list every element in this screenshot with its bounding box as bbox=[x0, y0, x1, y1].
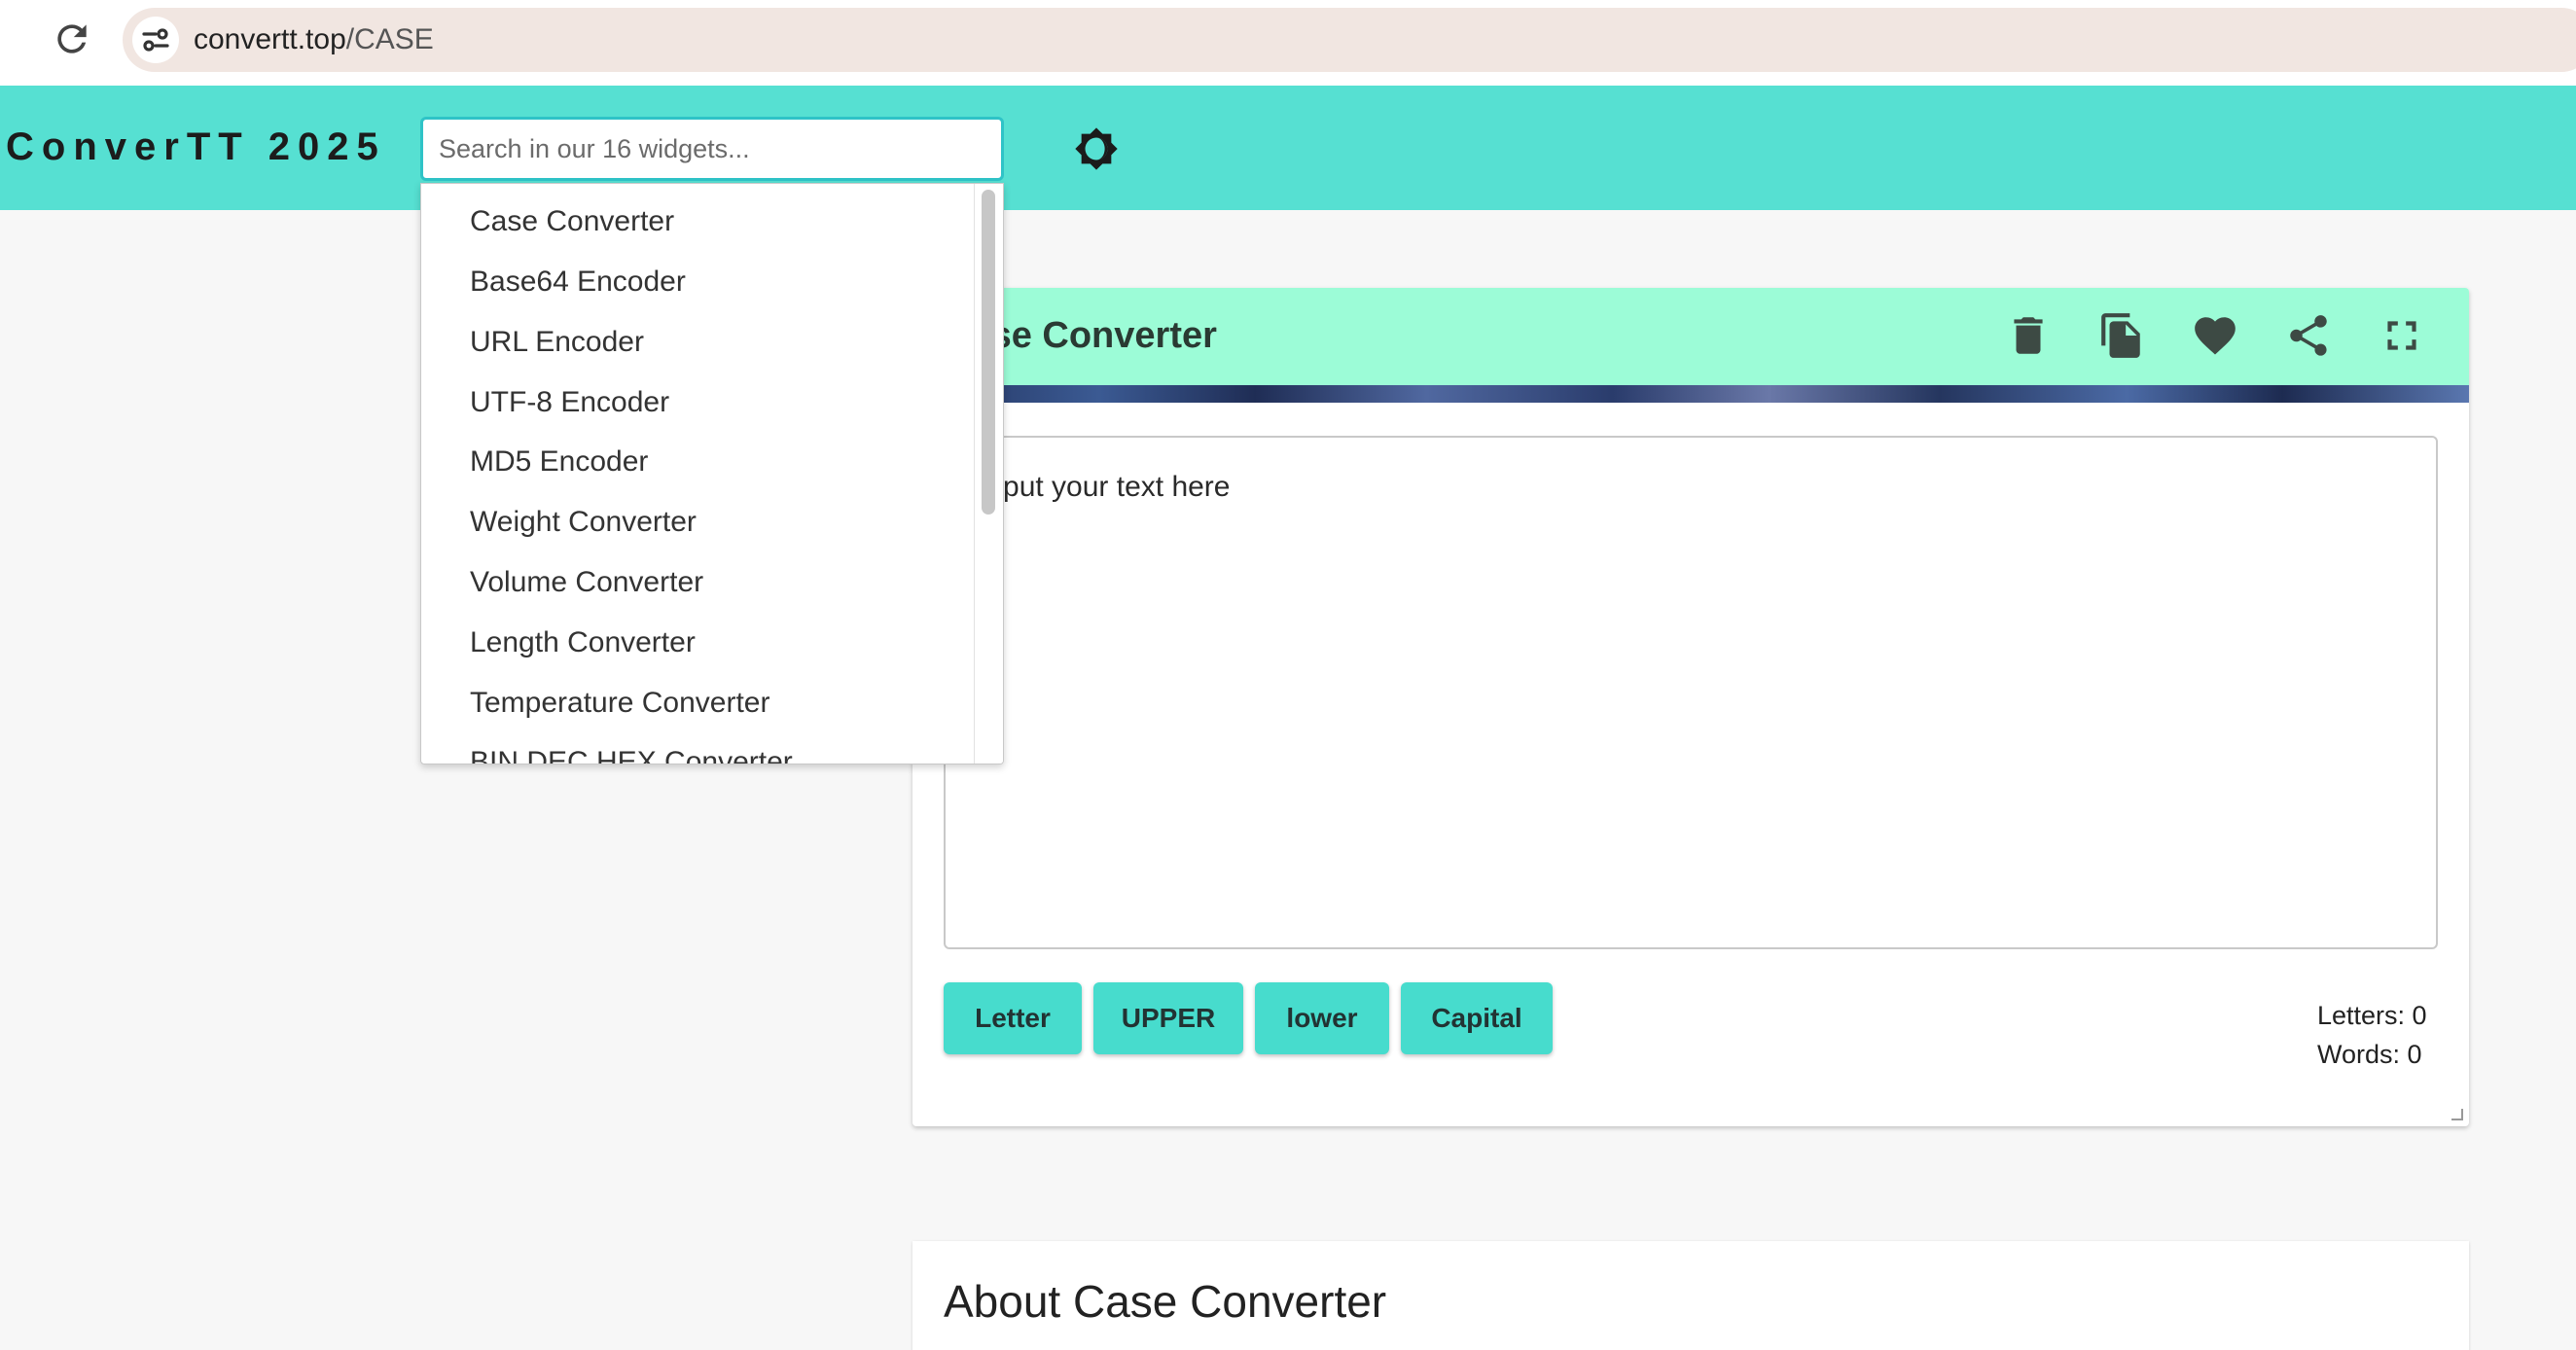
scrollbar-thumb[interactable] bbox=[982, 190, 995, 515]
about-title: About Case Converter bbox=[944, 1276, 1387, 1327]
suggestion-item[interactable]: BIN DEC HEX Converter bbox=[421, 719, 976, 764]
capital-case-button[interactable]: Capital bbox=[1401, 982, 1553, 1054]
share-icon[interactable] bbox=[2284, 311, 2333, 360]
letters-count: Letters: 0 bbox=[2317, 1001, 2427, 1030]
letter-case-button[interactable]: Letter bbox=[944, 982, 1082, 1054]
theme-toggle-icon[interactable] bbox=[1074, 126, 1119, 171]
url-text: convertt.top/CASE bbox=[194, 22, 434, 57]
forward-arrow-icon[interactable]: › bbox=[0, 19, 19, 58]
search-suggestions-dropdown[interactable]: Case Converter Base64 Encoder URL Encode… bbox=[420, 183, 1004, 764]
browser-toolbar: › convertt.top/CASE bbox=[0, 0, 2576, 86]
lower-case-button[interactable]: lower bbox=[1255, 982, 1389, 1054]
url-path: /CASE bbox=[345, 23, 434, 55]
suggestion-list: Case Converter Base64 Encoder URL Encode… bbox=[421, 184, 976, 764]
address-bar[interactable]: convertt.top/CASE bbox=[123, 8, 2576, 72]
site-info-icon[interactable] bbox=[132, 17, 179, 63]
heart-icon[interactable] bbox=[2191, 311, 2239, 360]
resize-handle-icon[interactable] bbox=[2451, 1109, 2463, 1120]
suggestion-item[interactable]: Weight Converter bbox=[421, 479, 976, 539]
card-header: Case Converter bbox=[912, 288, 2469, 385]
decorative-art-banner bbox=[912, 385, 2469, 403]
app-header: ConverTT 2025 bbox=[0, 86, 2576, 210]
site-logo[interactable]: ConverTT 2025 bbox=[6, 123, 386, 171]
text-input-area[interactable] bbox=[944, 436, 2438, 949]
suggestion-item[interactable]: UTF-8 Encoder bbox=[421, 359, 976, 419]
trash-icon[interactable] bbox=[2004, 311, 2053, 360]
upper-case-button[interactable]: UPPER bbox=[1093, 982, 1243, 1054]
about-card: About Case Converter bbox=[912, 1241, 2469, 1350]
dropdown-scrollbar[interactable] bbox=[974, 184, 1003, 764]
fullscreen-icon[interactable] bbox=[2378, 311, 2426, 360]
suggestion-item[interactable]: Temperature Converter bbox=[421, 659, 976, 720]
copy-icon[interactable] bbox=[2097, 311, 2146, 360]
suggestion-item[interactable]: Volume Converter bbox=[421, 539, 976, 599]
suggestion-item[interactable]: Length Converter bbox=[421, 599, 976, 659]
suggestion-item[interactable]: URL Encoder bbox=[421, 299, 976, 359]
text-stats: Letters: 0 Words: 0 bbox=[2317, 996, 2444, 1074]
suggestion-item[interactable]: Base64 Encoder bbox=[421, 238, 976, 299]
case-converter-card: Case Converter Letter UPPER lower Capita… bbox=[912, 288, 2469, 1126]
suggestion-item[interactable]: MD5 Encoder bbox=[421, 418, 976, 479]
suggestion-item[interactable]: Case Converter bbox=[421, 184, 976, 238]
words-count: Words: 0 bbox=[2317, 1040, 2422, 1069]
widget-search-input[interactable] bbox=[420, 117, 1004, 181]
url-domain: convertt.top bbox=[194, 23, 346, 55]
reload-icon[interactable] bbox=[51, 18, 93, 60]
